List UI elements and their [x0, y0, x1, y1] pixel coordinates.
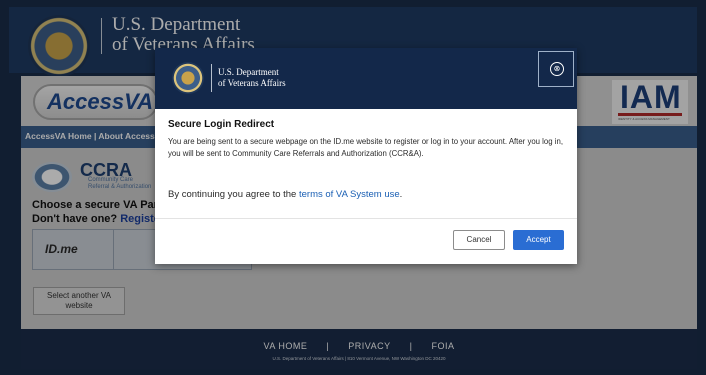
- modal-header: U.S. Department of Veterans Affairs ⊗: [155, 48, 577, 109]
- modal-heading: Secure Login Redirect: [168, 119, 275, 130]
- modal-header-divider: [211, 64, 212, 92]
- modal-divider: [155, 218, 577, 219]
- modal-body-text: You are being sent to a secure webpage o…: [168, 137, 563, 158]
- secure-login-modal: U.S. Department of Veterans Affairs ⊗ Se…: [155, 48, 577, 264]
- terms-link[interactable]: terms of VA System use: [299, 189, 400, 200]
- modal-header-title-line2: of Veterans Affairs: [218, 78, 286, 88]
- close-icon: ⊗: [550, 62, 564, 76]
- cancel-button[interactable]: Cancel: [453, 230, 505, 250]
- agree-suffix: .: [399, 189, 403, 200]
- terms-agreement-text: By continuing you agree to the terms of …: [168, 189, 402, 200]
- close-button[interactable]: ⊗: [538, 51, 574, 87]
- modal-header-title-line1: U.S. Department: [218, 67, 279, 77]
- accept-button[interactable]: Accept: [513, 230, 564, 250]
- va-seal-icon: [172, 62, 204, 94]
- agree-prefix: By continuing you agree to the: [168, 189, 299, 200]
